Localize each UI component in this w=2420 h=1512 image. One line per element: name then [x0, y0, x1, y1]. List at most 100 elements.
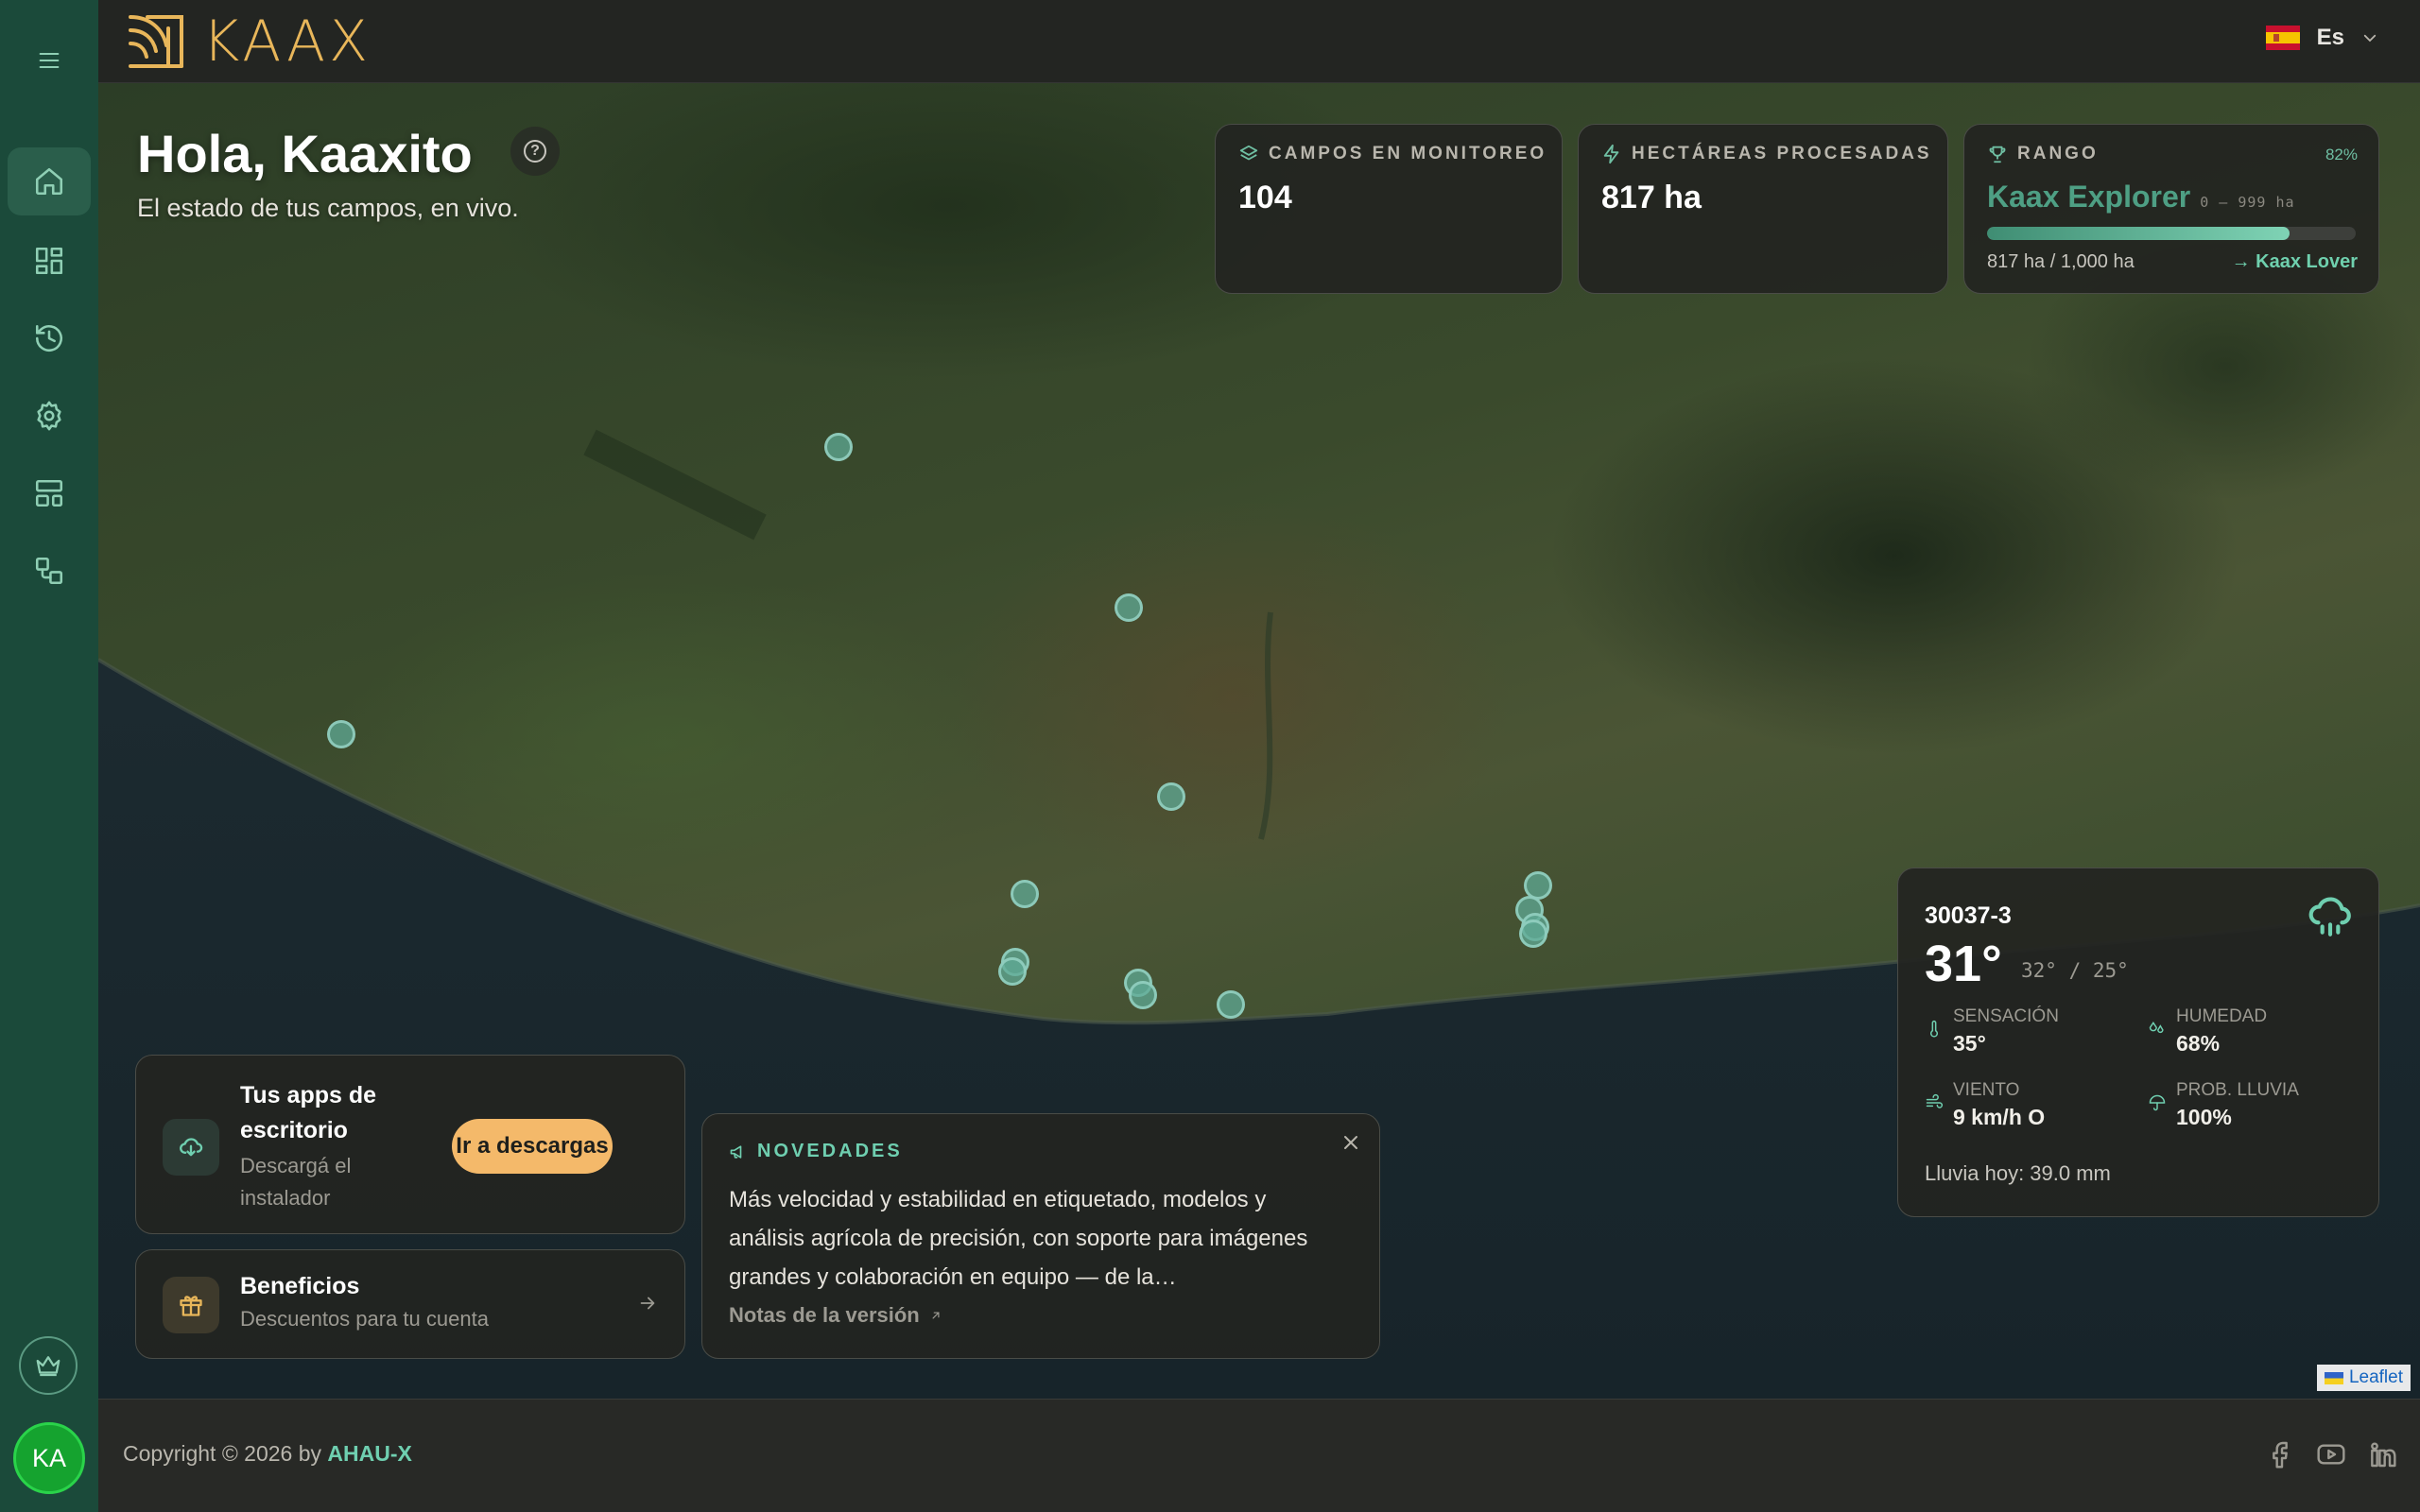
rank-progress-bar	[1987, 227, 2356, 240]
gear-icon	[37, 401, 61, 431]
feels-value: 35°	[1953, 1031, 1986, 1056]
wind-value: 9 km/h O	[1953, 1105, 2046, 1129]
sidebar-item-integrations[interactable]	[8, 537, 91, 605]
ukraine-flag-icon	[2324, 1371, 2343, 1384]
lightning-icon	[1603, 144, 1619, 164]
layout-icon	[35, 479, 63, 507]
logo[interactable]: KAAX	[127, 11, 372, 72]
benefits-card[interactable]: Beneficios Descuentos para tu cuenta	[135, 1249, 685, 1359]
rank-name: Kaax Explorer 0 – 999 ha	[1987, 180, 2295, 215]
next-rank-link[interactable]: → Kaax Lover	[2232, 251, 2358, 273]
rain-prob-label: PROB. LLUVIA	[2176, 1080, 2299, 1100]
close-icon[interactable]	[1340, 1131, 1362, 1154]
copyright: Copyright © 2026 by AHAU-X	[123, 1441, 412, 1467]
premium-button[interactable]	[19, 1336, 78, 1395]
facebook-icon[interactable]	[2265, 1439, 2295, 1469]
fields-label: CAMPOS EN MONITOREO	[1269, 144, 1547, 163]
sidebar: KA	[0, 0, 98, 1512]
field-marker[interactable]	[1129, 981, 1157, 1009]
top-bar: KAAX Es	[98, 0, 2420, 83]
external-arrow-icon	[932, 1312, 940, 1319]
weather-min-max: 32° / 25°	[2021, 959, 2129, 982]
gift-icon	[180, 1296, 202, 1316]
sidebar-item-home[interactable]	[8, 147, 91, 215]
release-notes-label: Notas de la versión	[729, 1303, 920, 1327]
benefits-title: Beneficios	[240, 1273, 360, 1299]
cloud-download-icon	[180, 1138, 203, 1157]
page-subtitle: El estado de tus campos, en vivo.	[137, 194, 519, 222]
rank-name-text: Kaax Explorer	[1987, 180, 2191, 214]
hectares-label: HECTÁREAS PROCESADAS	[1632, 144, 1932, 163]
go-to-downloads-button[interactable]: Ir a descargas	[452, 1119, 613, 1174]
hectares-value: 817 ha	[1601, 180, 1702, 215]
benefits-subtitle: Descuentos para tu cuenta	[240, 1307, 489, 1331]
rank-card: RANGO 82% Kaax Explorer 0 – 999 ha 817 ha…	[1963, 124, 2379, 294]
copyright-text: Copyright © 2026 by	[123, 1441, 328, 1466]
rank-label: RANGO	[2017, 144, 2099, 163]
weather-temperature: 31°	[1925, 936, 2002, 992]
language-selector[interactable]: Es	[2265, 25, 2378, 51]
field-marker[interactable]	[327, 720, 355, 748]
rank-percent: 82%	[2325, 146, 2358, 163]
avatar[interactable]: KA	[13, 1422, 85, 1494]
map-attribution[interactable]: Leaflet	[2316, 1365, 2411, 1391]
field-marker[interactable]	[1157, 782, 1185, 811]
gift-icon-box	[163, 1277, 219, 1333]
rank-progress-fill	[1987, 227, 2290, 240]
language-label: Es	[2316, 25, 2344, 50]
field-marker[interactable]	[1217, 990, 1245, 1019]
rain-today: Lluvia hoy: 39.0 mm	[1925, 1161, 2111, 1185]
sidebar-item-layout[interactable]	[8, 459, 91, 527]
attribution-label: Leaflet	[2348, 1367, 2403, 1387]
page-title: Hola, Kaaxito	[137, 124, 473, 183]
crown-icon	[36, 1356, 60, 1377]
home-icon	[35, 167, 63, 196]
sidebar-item-settings[interactable]	[8, 382, 91, 450]
feels-label: SENSACIÓN	[1953, 1006, 2059, 1026]
linkedin-icon[interactable]	[2367, 1439, 2397, 1469]
history-icon	[35, 324, 63, 352]
social-links	[2265, 1439, 2397, 1469]
sidebar-item-history[interactable]	[8, 304, 91, 372]
umbrella-icon	[2149, 1094, 2166, 1111]
chevron-down-icon	[2363, 34, 2377, 43]
help-button[interactable]: ?	[510, 127, 560, 176]
news-label: NOVEDADES	[757, 1141, 903, 1161]
brand-name: KAAX	[202, 9, 372, 75]
question-icon: ?	[524, 140, 546, 163]
release-notes-link[interactable]: Notas de la versión	[729, 1303, 942, 1328]
news-body: Más velocidad y estabilidad en etiquetad…	[729, 1187, 1308, 1290]
humidity-value: 68%	[2176, 1031, 2221, 1056]
megaphone-icon	[730, 1144, 742, 1159]
apps-subtitle: Descargá el instalador	[240, 1154, 352, 1210]
humidity-label: HUMEDAD	[2176, 1006, 2268, 1026]
rank-progress-text: 817 ha / 1,000 ha	[1987, 251, 2135, 272]
youtube-icon[interactable]	[2316, 1439, 2346, 1469]
weather-card: 30037-3 31° 32° / 25° SENSACIÓN 35° HUME…	[1897, 868, 2379, 1217]
rank-range: 0 – 999 ha	[2200, 194, 2295, 211]
field-marker[interactable]	[1519, 919, 1547, 948]
field-marker[interactable]	[1011, 880, 1039, 908]
hamburger-icon	[39, 52, 60, 69]
spain-flag-icon	[2265, 26, 2300, 50]
weather-field-id: 30037-3	[1925, 902, 2012, 929]
kaax-logo-icon	[129, 15, 183, 68]
rain-cloud-icon	[2308, 897, 2351, 936]
download-icon-box	[163, 1119, 219, 1176]
footer: Copyright © 2026 by AHAU-X	[98, 1399, 2420, 1512]
field-marker[interactable]	[1115, 593, 1143, 622]
wind-icon	[1926, 1093, 1944, 1108]
sidebar-item-dashboard[interactable]	[8, 227, 91, 295]
arrow-right-icon	[640, 1297, 655, 1310]
menu-toggle-button[interactable]	[8, 26, 91, 94]
company-link[interactable]: AHAU-X	[327, 1441, 411, 1466]
shapes-icon	[35, 557, 63, 585]
droplets-icon	[2149, 1021, 2164, 1034]
field-marker[interactable]	[998, 957, 1027, 986]
wind-label: VIENTO	[1953, 1080, 2020, 1100]
dashboard-icon	[35, 247, 63, 275]
fields-value: 104	[1238, 180, 1292, 215]
news-card: NOVEDADES Más velocidad y estabilidad en…	[701, 1113, 1380, 1359]
field-marker[interactable]	[824, 433, 853, 461]
hectares-stat-card: HECTÁREAS PROCESADAS 817 ha	[1578, 124, 1948, 294]
